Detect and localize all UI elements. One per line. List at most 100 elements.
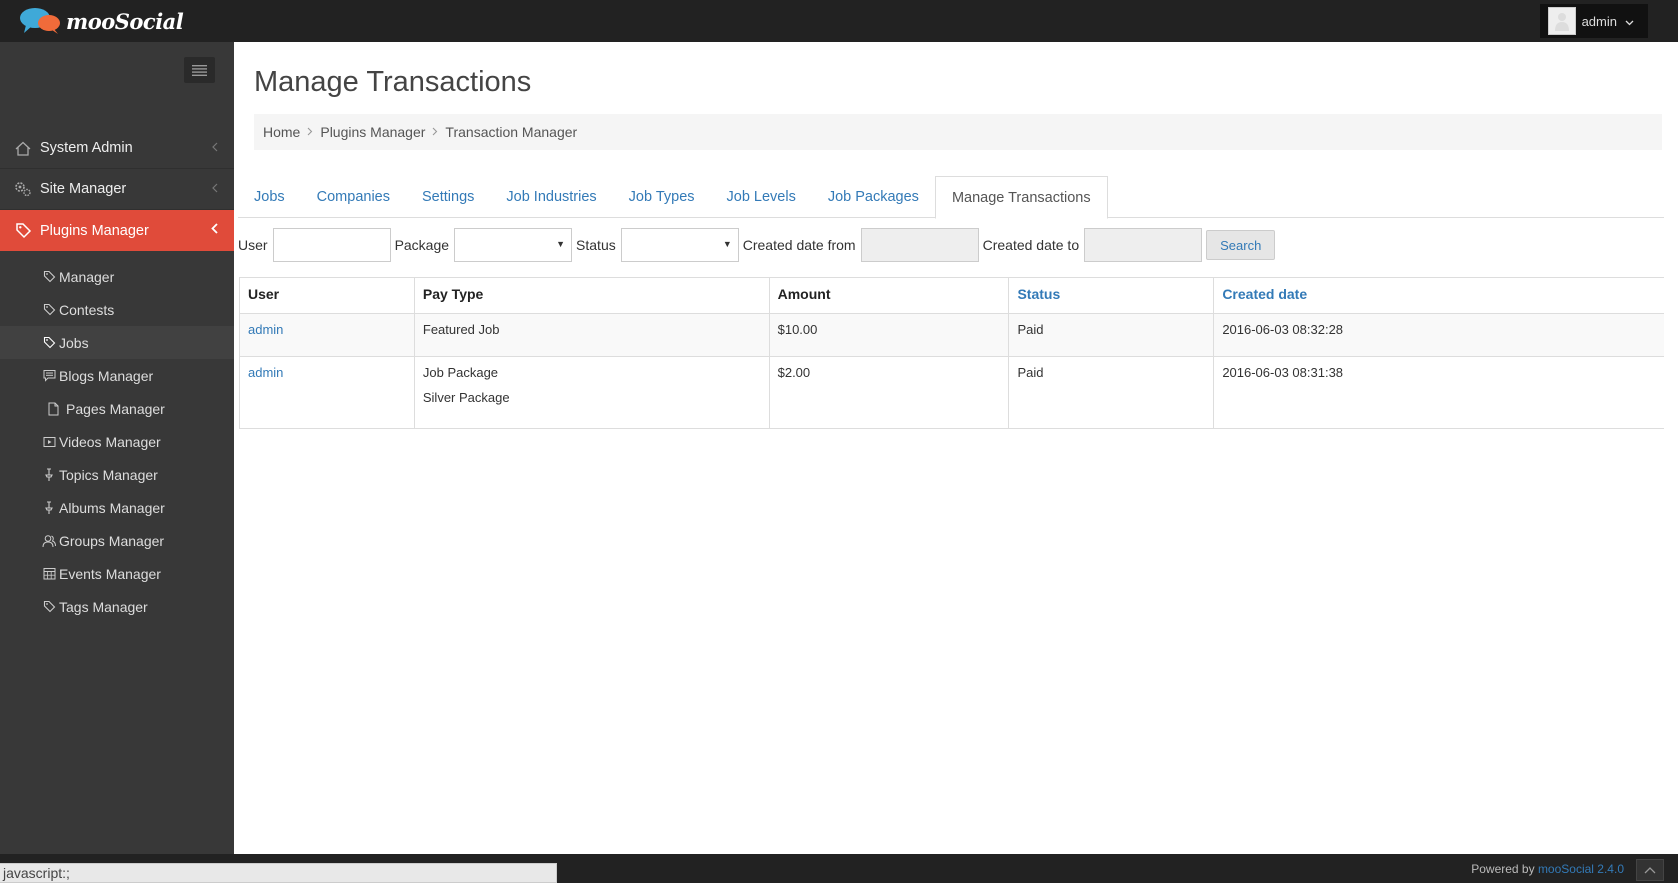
chevron-down-icon xyxy=(1625,13,1634,29)
menu-toggle-button[interactable] xyxy=(184,57,215,83)
sidebar-item-label: Contests xyxy=(59,301,115,318)
sidebar-item-label: Pages Manager xyxy=(66,400,165,417)
tab-settings[interactable]: Settings xyxy=(406,176,490,218)
sidebar-item-manager[interactable]: Manager xyxy=(0,260,234,293)
date-from-input[interactable] xyxy=(860,228,979,262)
chevron-right-icon xyxy=(432,125,438,139)
tab-job-levels[interactable]: Job Levels xyxy=(711,176,812,218)
sidebar-item-label: Events Manager xyxy=(59,565,161,582)
cell-amount: $2.00 xyxy=(768,356,1010,429)
pin-icon xyxy=(42,467,56,482)
package-filter-select[interactable]: ▼ xyxy=(454,228,573,262)
chevron-right-icon xyxy=(307,125,313,139)
powered-by-prefix: Powered by xyxy=(1471,862,1535,876)
sidebar-item-system-admin[interactable]: System Admin xyxy=(0,128,234,169)
cell-pay-type: Featured Job xyxy=(413,313,770,357)
pay-type-text: Job Package xyxy=(422,365,499,380)
breadcrumb: Home Plugins Manager Transaction Manager xyxy=(254,114,1662,150)
column-header-status[interactable]: Status xyxy=(1008,277,1215,314)
sidebar-item-label: Site Manager xyxy=(40,181,127,197)
user-filter-label: User xyxy=(238,237,268,253)
pay-type-package-name: Silver Package xyxy=(422,390,510,405)
sidebar-item-videos-manager[interactable]: Videos Manager xyxy=(0,425,234,458)
user-name: admin xyxy=(1581,13,1617,29)
user-link[interactable]: admin xyxy=(248,322,283,337)
sidebar-item-label: Albums Manager xyxy=(59,499,165,516)
sidebar: System Admin Site Manager Plugins Manage… xyxy=(0,42,234,854)
sidebar-item-plugins-manager[interactable]: Plugins Manager xyxy=(0,210,234,251)
user-link[interactable]: admin xyxy=(248,365,283,380)
column-header-user: User xyxy=(239,277,415,314)
sidebar-item-events-manager[interactable]: Events Manager xyxy=(0,557,234,590)
table-row: admin Job Package Silver Package $2.00 P… xyxy=(239,356,1675,429)
sidebar-item-label: Groups Manager xyxy=(59,532,165,549)
sidebar-item-groups-manager[interactable]: Groups Manager xyxy=(0,524,234,557)
sidebar-item-label: Blogs Manager xyxy=(59,367,154,384)
user-silhouette-icon xyxy=(1554,13,1569,31)
date-to-input[interactable] xyxy=(1084,228,1203,262)
powered-by-brand-link[interactable]: mooSocial 2.4.0 xyxy=(1538,862,1624,876)
scroll-to-top-button[interactable] xyxy=(1636,859,1664,881)
video-icon xyxy=(42,435,56,449)
sidebar-item-label: System Admin xyxy=(40,140,133,156)
breadcrumb-current: Transaction Manager xyxy=(445,124,578,140)
cell-status: Paid xyxy=(1008,356,1215,429)
sidebar-item-label: Videos Manager xyxy=(59,433,161,450)
date-to-label: Created date to xyxy=(982,237,1080,253)
breadcrumb-plugins-manager[interactable]: Plugins Manager xyxy=(320,124,425,140)
tab-companies[interactable]: Companies xyxy=(301,176,406,218)
cell-user: admin xyxy=(239,313,415,357)
sidebar-item-label: Manager xyxy=(59,268,115,285)
column-header-pay-type: Pay Type xyxy=(413,277,770,314)
logo[interactable]: mooSocial xyxy=(18,5,184,37)
tab-jobs[interactable]: Jobs xyxy=(238,176,301,218)
sidebar-item-tags-manager[interactable]: Tags Manager xyxy=(0,590,234,623)
sidebar-item-label: Plugins Manager xyxy=(40,222,149,239)
tag-icon xyxy=(42,303,56,317)
transactions-table: User Pay Type Amount Status Created date… xyxy=(239,277,1675,429)
sidebar-item-label: Topics Manager xyxy=(59,466,158,483)
column-header-created-date[interactable]: Created date xyxy=(1213,277,1675,314)
page-scrollbar[interactable] xyxy=(1664,42,1678,854)
top-bar: mooSocial admin xyxy=(0,0,1678,42)
user-menu[interactable]: admin xyxy=(1539,4,1648,38)
status-filter-select[interactable]: ▼ xyxy=(620,228,739,262)
logo-bubbles-icon xyxy=(18,6,64,36)
browser-status-url: javascript:; xyxy=(0,863,557,883)
tab-bar: Jobs Companies Settings Job Industries J… xyxy=(238,176,1668,219)
tag-icon xyxy=(42,336,56,350)
group-icon xyxy=(42,534,56,548)
dropdown-arrow-icon: ▼ xyxy=(722,239,732,249)
package-filter-label: Package xyxy=(394,237,450,253)
cell-created-date: 2016-06-03 08:32:28 xyxy=(1213,313,1675,357)
home-icon xyxy=(14,139,32,157)
cell-user: admin xyxy=(239,356,415,429)
tab-manage-transactions[interactable]: Manage Transactions xyxy=(934,176,1108,219)
sidebar-item-jobs[interactable]: Jobs xyxy=(0,326,234,359)
pin-icon xyxy=(42,500,56,515)
status-filter-label: Status xyxy=(576,237,616,253)
user-filter-input[interactable] xyxy=(272,228,391,262)
sidebar-item-site-manager[interactable]: Site Manager xyxy=(0,169,234,210)
sidebar-item-albums-manager[interactable]: Albums Manager xyxy=(0,491,234,524)
hamburger-icon xyxy=(192,64,207,76)
sidebar-item-blogs-manager[interactable]: Blogs Manager xyxy=(0,359,234,392)
search-button[interactable]: Search xyxy=(1206,230,1276,260)
sidebar-sections: System Admin Site Manager Plugins Manage… xyxy=(0,128,234,251)
sidebar-item-topics-manager[interactable]: Topics Manager xyxy=(0,458,234,491)
sidebar-item-pages-manager[interactable]: Pages Manager xyxy=(0,392,234,425)
sidebar-item-label: Jobs xyxy=(59,334,89,351)
avatar xyxy=(1547,7,1576,35)
main-content: Manage Transactions Home Plugins Manager… xyxy=(234,42,1678,854)
cell-created-date: 2016-06-03 08:31:38 xyxy=(1213,356,1675,429)
tab-job-industries[interactable]: Job Industries xyxy=(490,176,612,218)
comment-icon xyxy=(42,369,56,383)
date-from-label: Created date from xyxy=(742,237,856,253)
table-header-row: User Pay Type Amount Status Created date xyxy=(239,277,1675,314)
tab-job-packages[interactable]: Job Packages xyxy=(812,176,935,218)
cell-amount: $10.00 xyxy=(768,313,1010,357)
breadcrumb-home[interactable]: Home xyxy=(263,124,300,140)
table-row: admin Featured Job $10.00 Paid 2016-06-0… xyxy=(239,313,1675,357)
tab-job-types[interactable]: Job Types xyxy=(613,176,711,218)
sidebar-item-contests[interactable]: Contests xyxy=(0,293,234,326)
